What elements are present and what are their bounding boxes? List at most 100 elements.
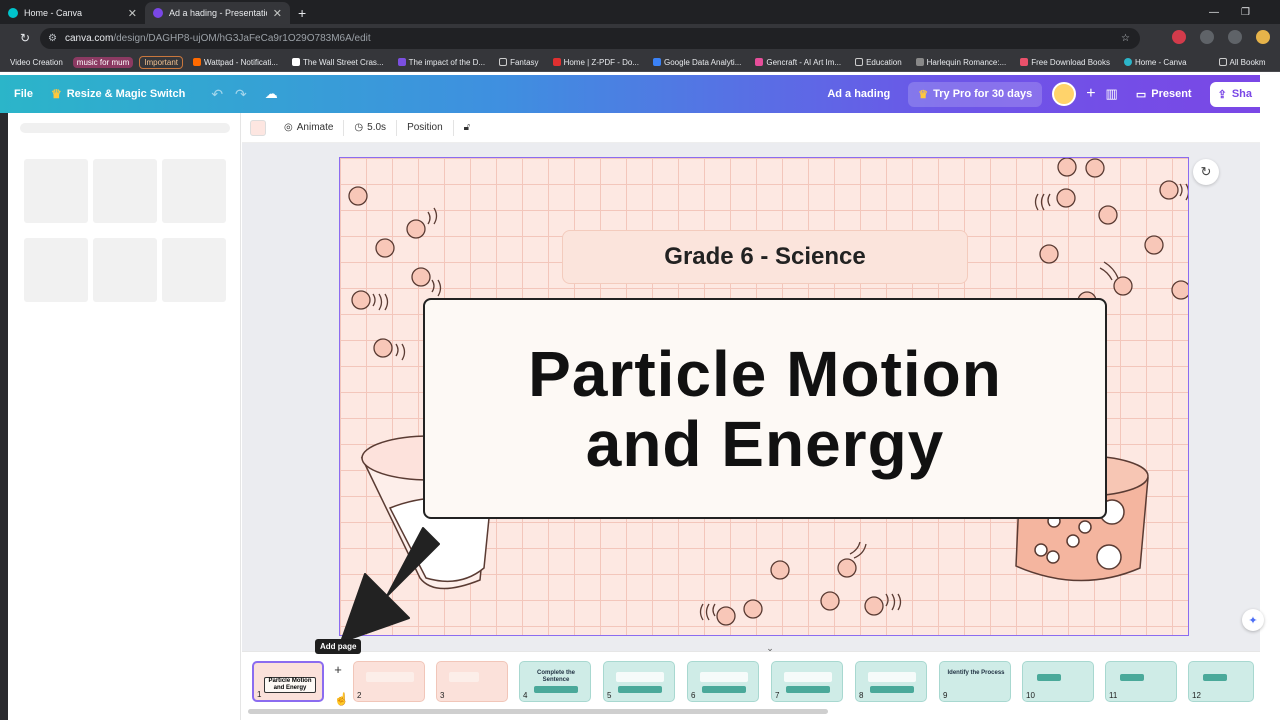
bookmark-item[interactable]: Important xyxy=(139,55,184,69)
bookmark-item[interactable]: Google Data Analyti... xyxy=(649,57,745,68)
side-rail xyxy=(0,113,8,720)
thumb-title: Particle Motion and Energy xyxy=(264,677,316,693)
avatar[interactable] xyxy=(1052,82,1077,106)
bookmark-item[interactable]: The impact of the D... xyxy=(394,57,489,68)
page-thumbnail-12[interactable]: 12 xyxy=(1188,661,1254,702)
thumb-block xyxy=(1120,674,1144,681)
title-line-1: Particle Motion xyxy=(528,337,1002,410)
thumb-block xyxy=(1037,674,1061,681)
file-menu[interactable]: File xyxy=(14,88,33,100)
magic-assistant-icon[interactable]: ✦ xyxy=(1242,609,1264,631)
subtitle-textbox[interactable]: Grade 6 - Science xyxy=(562,230,968,284)
page-number: 10 xyxy=(1026,691,1035,700)
filmstrip-scrollbar[interactable] xyxy=(248,709,828,714)
bookmark-item[interactable]: Harlequin Romance:... xyxy=(912,57,1011,68)
bookmark-label: Home - Canva xyxy=(1134,57,1187,67)
page-number: 1 xyxy=(257,690,262,699)
add-page-button[interactable]: + xyxy=(331,663,345,677)
background-color-swatch[interactable] xyxy=(250,119,266,136)
bookmark-folder[interactable]: Fantasy xyxy=(495,57,542,68)
crown-icon: ♛ xyxy=(918,88,929,101)
bookmark-item[interactable]: Home | Z-PDF - Do... xyxy=(549,57,643,68)
bookmark-item[interactable]: music for mum xyxy=(72,56,134,68)
bookmark-item[interactable]: Gencraft - AI Art Im... xyxy=(751,57,845,68)
duration-label: 5.0s xyxy=(367,122,387,133)
present-icon: ▭ xyxy=(1135,88,1147,101)
browser-tab-active[interactable]: Ad a hading - Presentation ✕ xyxy=(145,2,290,24)
animate-label: Animate xyxy=(296,122,334,133)
title-textbox[interactable]: Particle Motion and Energy xyxy=(423,298,1107,519)
clock-icon: ◷ xyxy=(354,122,364,133)
gencraft-icon xyxy=(755,58,764,66)
harlequin-icon xyxy=(915,58,924,66)
adblock-icon[interactable] xyxy=(1172,30,1186,44)
page-thumbnail-5[interactable]: 5 xyxy=(603,661,675,702)
page-thumbnail-9[interactable]: Identify the Process 9 xyxy=(939,661,1011,702)
bookmark-item[interactable]: Video Creation xyxy=(6,57,67,68)
bookmark-item[interactable]: Wattpad - Notificati... xyxy=(189,57,282,68)
reload-icon[interactable]: ↻ xyxy=(14,31,36,45)
extension-icons xyxy=(1172,30,1270,44)
browser-tab[interactable]: Home - Canva ✕ xyxy=(0,2,145,24)
resize-magic-switch-button[interactable]: ♛ Resize & Magic Switch xyxy=(51,87,185,101)
bookmark-item[interactable]: Home - Canva xyxy=(1120,57,1191,68)
thumb-block xyxy=(784,672,832,682)
close-tab-icon[interactable]: ✕ xyxy=(128,7,137,20)
history-icon[interactable] xyxy=(1228,30,1242,44)
page-thumbnail-11[interactable]: 11 xyxy=(1105,661,1177,702)
page-thumbnail-4[interactable]: Complete the Sentence 4 xyxy=(519,661,591,702)
thumb-block xyxy=(449,672,479,682)
add-collaborator-icon[interactable]: + xyxy=(1086,85,1095,103)
position-button[interactable]: Position xyxy=(397,119,454,136)
animate-button[interactable]: ◎ Animate xyxy=(274,119,345,136)
new-tab-icon[interactable]: + xyxy=(290,5,314,24)
chevron-down-icon[interactable]: ⌄ xyxy=(762,643,778,653)
skeleton-tile xyxy=(93,238,157,302)
refresh-icon[interactable]: ↻ xyxy=(1193,159,1219,185)
address-toolbar: ↻ ⚙ canva.com/design/DAGHP8-ujOM/hG3JaFe… xyxy=(0,24,1280,53)
add-page-tooltip: Add page xyxy=(315,639,362,654)
try-pro-label: Try Pro for 30 days xyxy=(933,88,1033,100)
slide-canvas[interactable]: Grade 6 - Science Particle Motion and En… xyxy=(339,157,1189,636)
profile-avatar-icon[interactable] xyxy=(1256,30,1270,44)
close-tab-icon[interactable]: ✕ xyxy=(273,7,282,20)
page-number: 12 xyxy=(1192,691,1201,700)
canva-favicon-icon xyxy=(8,8,18,18)
try-pro-button[interactable]: ♛ Try Pro for 30 days xyxy=(908,81,1043,107)
thumb-block xyxy=(618,686,662,693)
page-thumbnail-1[interactable]: Particle Motion and Energy 1 xyxy=(252,661,324,702)
tab-title: Home - Canva xyxy=(24,8,83,18)
page-thumbnail-8[interactable]: 8 xyxy=(855,661,927,702)
present-button[interactable]: ▭ Present xyxy=(1128,82,1200,107)
maximize-icon[interactable]: ❐ xyxy=(1241,7,1250,18)
page-thumbnail-6[interactable]: 6 xyxy=(687,661,759,702)
share-button[interactable]: ⇪ Sha xyxy=(1209,81,1260,107)
url-host: canva.com xyxy=(64,33,114,44)
document-title[interactable]: Ad a hading xyxy=(827,88,890,100)
site-info-icon[interactable]: ⚙ xyxy=(48,33,57,44)
share-label: Sha xyxy=(1231,88,1252,100)
duration-button[interactable]: ◷ 5.0s xyxy=(344,119,398,136)
bookmark-item[interactable]: Free Download Books xyxy=(1016,57,1114,68)
bookmark-label: The Wall Street Cras... xyxy=(302,57,384,67)
cloud-saved-icon[interactable]: ☁ xyxy=(265,86,278,102)
bookmark-star-icon[interactable]: ☆ xyxy=(1121,33,1130,44)
bookmark-folder[interactable]: Education xyxy=(851,57,906,68)
bookmark-item[interactable]: The Wall Street Cras... xyxy=(288,57,388,68)
url-bar[interactable]: ⚙ canva.com/design/DAGHP8-ujOM/hG3JaFeCa… xyxy=(40,28,1140,49)
minimize-icon[interactable]: — xyxy=(1209,7,1219,18)
lock-icon[interactable]: 🔓︎ xyxy=(454,120,480,136)
coursera-icon xyxy=(652,58,661,66)
page-thumbnail-10[interactable]: 10 xyxy=(1022,661,1094,702)
page-thumbnail-2[interactable]: 2 xyxy=(353,661,425,702)
annotation-arrow xyxy=(340,527,440,643)
all-bookmarks[interactable]: All Bookm xyxy=(1215,57,1270,68)
undo-icon[interactable]: ↶ xyxy=(211,86,223,103)
resize-label: Resize & Magic Switch xyxy=(66,88,186,100)
extensions-icon[interactable] xyxy=(1200,30,1214,44)
page-thumbnail-3[interactable]: 3 xyxy=(436,661,508,702)
redo-icon[interactable]: ↷ xyxy=(235,86,247,103)
insights-icon[interactable]: ▥ xyxy=(1106,86,1118,102)
page-thumbnail-7[interactable]: 7 xyxy=(771,661,843,702)
editor-toolbar: ◎ Animate ◷ 5.0s Position 🔓︎ xyxy=(242,113,1260,143)
